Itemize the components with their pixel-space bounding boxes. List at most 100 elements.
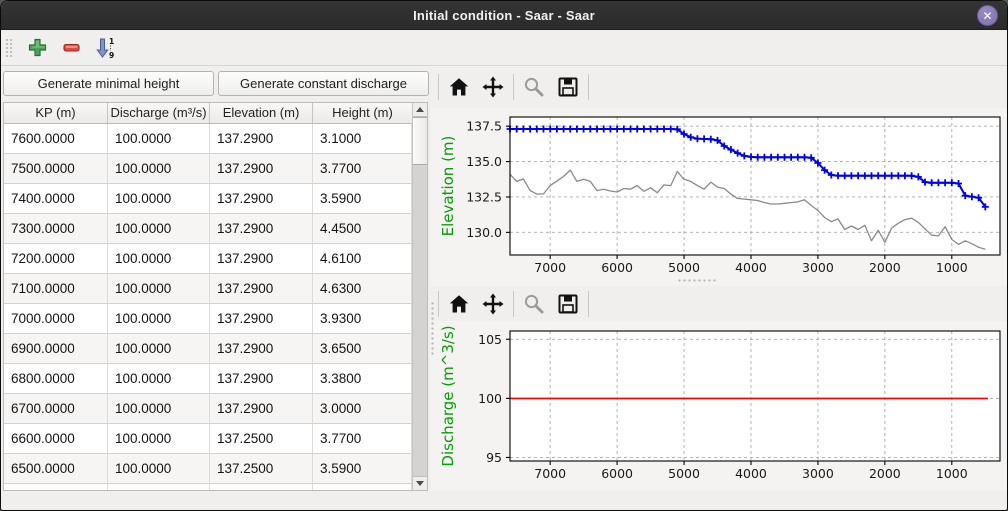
home-button[interactable] [442, 289, 476, 319]
table-row-partial [4, 484, 412, 491]
window-title: Initial condition - Saar - Saar [413, 8, 595, 23]
table-cell[interactable]: 137.2900 [210, 184, 313, 214]
table-cell[interactable]: 7400.0000 [4, 184, 108, 214]
discharge-chart-toolbar [431, 286, 1007, 321]
scrollbar-thumb[interactable] [413, 117, 427, 165]
table-cell[interactable]: 6600.0000 [4, 424, 108, 454]
table-cell[interactable]: 7300.0000 [4, 214, 108, 244]
table-cell[interactable]: 4.6300 [313, 274, 412, 304]
table-cell[interactable]: 100.0000 [108, 274, 210, 304]
table-cell[interactable]: 7600.0000 [4, 124, 108, 154]
table-cell[interactable]: 100.0000 [108, 124, 210, 154]
table-cell[interactable]: 3.6500 [313, 334, 412, 364]
table-cell[interactable]: 137.2900 [210, 124, 313, 154]
initial-condition-table: KP (m)Discharge (m³/s)Elevation (m)Heigh… [3, 102, 413, 491]
table-cell[interactable]: 6800.0000 [4, 364, 108, 394]
table-cell[interactable]: 3.5900 [313, 454, 412, 484]
table-cell[interactable]: 137.2900 [210, 394, 313, 424]
table-cell[interactable]: 137.2900 [210, 274, 313, 304]
discharge-chart[interactable]: 700060005000400030002000100010510095Disc… [431, 321, 1007, 491]
table-row: 6700.0000100.0000137.29003.0000 [4, 394, 412, 424]
table-cell[interactable]: 137.2900 [210, 244, 313, 274]
app-window: Initial condition - Saar - Saar ✕ 1 9 [0, 0, 1008, 511]
zoom-button[interactable] [517, 289, 551, 319]
add-row-button[interactable] [23, 34, 51, 62]
generate-constant-discharge-button[interactable]: Generate constant discharge [218, 71, 429, 96]
table-cell[interactable]: 3.7700 [313, 154, 412, 184]
table-cell[interactable]: 100.0000 [108, 184, 210, 214]
table-scrollbar[interactable] [413, 102, 428, 491]
table-cell[interactable]: 3.5900 [313, 184, 412, 214]
generate-minimal-height-button[interactable]: Generate minimal height [3, 71, 214, 96]
elevation-chart[interactable]: 7000600050004000300020001000137.5135.013… [431, 108, 1007, 287]
main-toolbar: 1 9 [1, 30, 1007, 65]
table-cell[interactable]: 100.0000 [108, 334, 210, 364]
table-row: 7300.0000100.0000137.29004.4500 [4, 214, 412, 244]
zoom-button[interactable] [517, 72, 551, 102]
pan-button[interactable] [476, 72, 510, 102]
table-cell[interactable]: 137.2500 [210, 424, 313, 454]
table-wrap: KP (m)Discharge (m³/s)Elevation (m)Heigh… [3, 102, 431, 491]
close-button[interactable]: ✕ [977, 5, 998, 26]
home-button[interactable] [442, 72, 476, 102]
table-cell[interactable]: 7100.0000 [4, 274, 108, 304]
table-cell[interactable]: 100.0000 [108, 364, 210, 394]
table-cell[interactable]: 7500.0000 [4, 154, 108, 184]
save-button[interactable] [551, 72, 585, 102]
table-cell[interactable]: 100.0000 [108, 424, 210, 454]
scroll-up-button[interactable] [413, 103, 427, 117]
home-icon [447, 292, 471, 316]
table-cell[interactable]: 100.0000 [108, 304, 210, 334]
sort-rows-button[interactable]: 1 9 [91, 34, 119, 62]
table-cell[interactable]: 3.0000 [313, 394, 412, 424]
remove-row-button[interactable] [57, 34, 85, 62]
sort-descending-icon: 1 9 [94, 37, 116, 59]
column-header-1[interactable]: Discharge (m³/s) [108, 103, 210, 123]
svg-text:2000: 2000 [869, 466, 901, 481]
plus-icon [28, 38, 47, 57]
table-cell[interactable]: 7000.0000 [4, 304, 108, 334]
table-row: 7600.0000100.0000137.29003.1000 [4, 124, 412, 154]
magnifier-icon [522, 75, 546, 99]
toolbar-drag-handle[interactable] [4, 37, 13, 59]
column-header-2[interactable]: Elevation (m) [210, 103, 313, 123]
table-cell[interactable]: 6700.0000 [4, 394, 108, 424]
save-button[interactable] [551, 289, 585, 319]
table-cell[interactable]: 137.2500 [210, 454, 313, 484]
column-header-3[interactable]: Height (m) [313, 103, 412, 123]
table-cell[interactable]: 137.2900 [210, 214, 313, 244]
table-cell[interactable]: 6500.0000 [4, 454, 108, 484]
table-cell[interactable]: 100.0000 [108, 394, 210, 424]
table-cell[interactable]: 100.0000 [108, 244, 210, 274]
table-cell[interactable]: 137.2900 [210, 334, 313, 364]
table-cell[interactable]: 100.0000 [108, 454, 210, 484]
table-cell[interactable]: 3.7700 [313, 424, 412, 454]
panel-splitter-handle[interactable] [430, 301, 436, 357]
save-icon [556, 75, 580, 99]
scroll-down-button[interactable] [413, 476, 427, 490]
table-cell[interactable]: 100.0000 [108, 214, 210, 244]
column-header-0[interactable]: KP (m) [4, 103, 108, 123]
table-cell[interactable] [108, 484, 210, 491]
table-cell[interactable]: 137.2900 [210, 304, 313, 334]
table-cell[interactable]: 3.9300 [313, 304, 412, 334]
table-cell[interactable] [210, 484, 313, 491]
table-cell[interactable]: 100.0000 [108, 154, 210, 184]
table-cell[interactable]: 7200.0000 [4, 244, 108, 274]
svg-text:1000: 1000 [936, 260, 968, 275]
table-row: 7200.0000100.0000137.29004.6100 [4, 244, 412, 274]
table-cell[interactable]: 4.4500 [313, 214, 412, 244]
table-cell[interactable]: 137.2900 [210, 364, 313, 394]
table-cell[interactable] [4, 484, 108, 491]
content-area: Generate minimal height Generate constan… [1, 65, 1007, 491]
table-cell[interactable]: 4.6100 [313, 244, 412, 274]
table-cell[interactable] [313, 484, 412, 491]
pan-button[interactable] [476, 289, 510, 319]
table-cell[interactable]: 3.3800 [313, 364, 412, 394]
table-cell[interactable]: 6900.0000 [4, 334, 108, 364]
table-body: 7600.0000100.0000137.29003.10007500.0000… [4, 124, 412, 491]
svg-text:132.5: 132.5 [466, 189, 502, 204]
table-cell[interactable]: 3.1000 [313, 124, 412, 154]
chart-splitter-handle[interactable] [677, 278, 717, 284]
table-cell[interactable]: 137.2900 [210, 154, 313, 184]
